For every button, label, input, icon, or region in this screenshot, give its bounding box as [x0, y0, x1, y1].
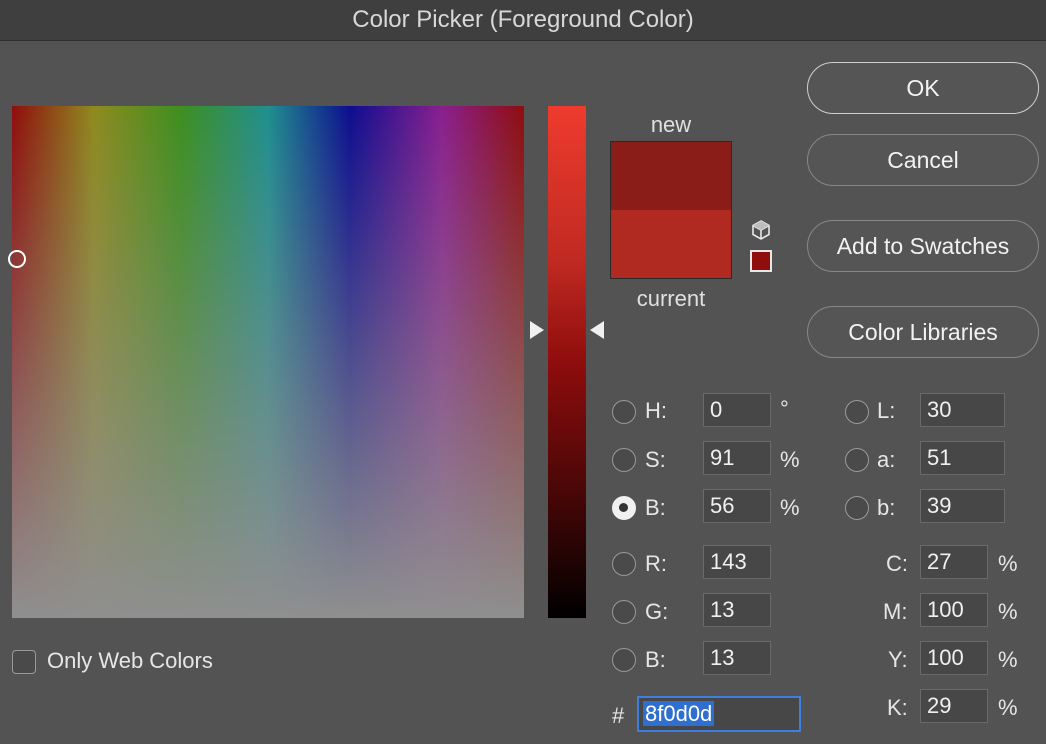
- current-color-swatch[interactable]: [611, 210, 731, 278]
- saturation-unit: %: [780, 447, 800, 472]
- red-label: R:: [645, 551, 667, 576]
- yellow-field[interactable]: 100: [920, 641, 988, 675]
- title-bar: Color Picker (Foreground Color): [0, 0, 1046, 41]
- blue-field[interactable]: 13: [703, 641, 771, 675]
- color-libraries-button[interactable]: Color Libraries: [807, 306, 1039, 358]
- color-preview: [610, 141, 732, 279]
- hue-field[interactable]: 0: [703, 393, 771, 427]
- magenta-unit: %: [998, 599, 1018, 624]
- radio-blue[interactable]: [612, 648, 636, 672]
- saturation-field[interactable]: 91: [703, 441, 771, 475]
- cyan-field[interactable]: 27: [920, 545, 988, 579]
- yellow-unit: %: [998, 647, 1018, 672]
- cyan-unit: %: [998, 551, 1018, 576]
- only-web-colors-checkbox[interactable]: [12, 650, 36, 674]
- radio-lightness[interactable]: [845, 400, 869, 424]
- magenta-label: M:: [883, 599, 908, 624]
- radio-hue[interactable]: [612, 400, 636, 424]
- lightness-label: L:: [877, 398, 896, 423]
- blue-label: B:: [645, 647, 666, 672]
- radio-saturation[interactable]: [612, 448, 636, 472]
- new-color-label: new: [650, 112, 692, 137]
- saturation-label: S:: [645, 447, 666, 472]
- cube-icon[interactable]: [750, 219, 772, 241]
- hex-label: #: [612, 703, 625, 728]
- radio-brightness[interactable]: [612, 496, 636, 520]
- radio-red[interactable]: [612, 552, 636, 576]
- black-field[interactable]: 29: [920, 689, 988, 723]
- black-unit: %: [998, 695, 1018, 720]
- current-color-label: current: [636, 286, 706, 311]
- hue-label: H:: [645, 398, 667, 423]
- magenta-field[interactable]: 100: [920, 593, 988, 627]
- new-color-swatch: [611, 142, 731, 210]
- cancel-button[interactable]: Cancel: [807, 134, 1039, 186]
- only-web-colors-label: Only Web Colors: [47, 648, 213, 673]
- color-field-marker[interactable]: [8, 250, 26, 268]
- lab-a-label: a:: [877, 447, 896, 472]
- slider-handle-right[interactable]: [590, 321, 604, 339]
- hex-field[interactable]: 8f0d0d: [637, 696, 801, 732]
- lab-b-label: b:: [877, 495, 896, 520]
- color-slider[interactable]: [548, 106, 586, 618]
- brightness-unit: %: [780, 495, 800, 520]
- radio-lab-a[interactable]: [845, 448, 869, 472]
- brightness-field[interactable]: 56: [703, 489, 771, 523]
- radio-green[interactable]: [612, 600, 636, 624]
- hue-unit: °: [780, 396, 789, 421]
- lab-a-field[interactable]: 51: [920, 441, 1005, 475]
- slider-handle-left[interactable]: [530, 321, 544, 339]
- yellow-label: Y:: [888, 647, 908, 672]
- hex-value-selected: 8f0d0d: [643, 701, 715, 726]
- red-field[interactable]: 143: [703, 545, 771, 579]
- web-safe-color-swatch[interactable]: [750, 250, 772, 272]
- lightness-field[interactable]: 30: [920, 393, 1005, 427]
- green-field[interactable]: 13: [703, 593, 771, 627]
- green-label: G:: [645, 599, 669, 624]
- black-label: K:: [887, 695, 908, 720]
- add-to-swatches-button[interactable]: Add to Swatches: [807, 220, 1039, 272]
- ok-button[interactable]: OK: [807, 62, 1039, 114]
- window-title: Color Picker (Foreground Color): [352, 6, 694, 33]
- color-field[interactable]: [8, 106, 524, 618]
- brightness-label: B:: [645, 495, 666, 520]
- lab-b-field[interactable]: 39: [920, 489, 1005, 523]
- radio-lab-b[interactable]: [845, 496, 869, 520]
- cyan-label: C:: [886, 551, 908, 576]
